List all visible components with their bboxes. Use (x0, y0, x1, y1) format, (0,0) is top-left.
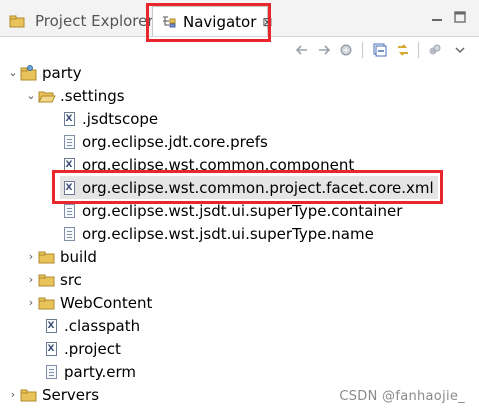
text-file-icon (60, 133, 78, 151)
forward-icon[interactable] (314, 40, 334, 60)
xml-file-icon: X (60, 156, 78, 174)
tree-node-label: org.eclipse.jdt.core.prefs (82, 132, 268, 151)
back-icon[interactable] (292, 40, 312, 60)
tree-node-party[interactable]: ⌄ party (6, 61, 82, 84)
folder-icon (38, 271, 56, 289)
tree-node-project[interactable]: X .project (42, 337, 121, 360)
tree-node-jdt-prefs[interactable]: org.eclipse.jdt.core.prefs (60, 130, 268, 153)
open-folder-icon (38, 87, 56, 105)
xml-file-icon: X (42, 340, 60, 358)
tab-navigator[interactable]: Navigator ⊠ (152, 6, 272, 36)
tree-node-label: party.erm (64, 362, 137, 381)
close-icon[interactable]: ⊠ (262, 15, 272, 29)
text-file-icon (60, 225, 78, 243)
chevron-down-icon[interactable] (450, 40, 470, 60)
view-tab-bar: Project Explorer Navigator ⊠ (0, 0, 479, 37)
xml-file-icon: X (60, 110, 78, 128)
collapsed-arrow-icon[interactable]: › (24, 268, 38, 291)
tree-node-label: org.eclipse.wst.common.component (82, 155, 355, 174)
tree-node-facet-xml[interactable]: X org.eclipse.wst.common.project.facet.c… (60, 176, 438, 199)
collapsed-arrow-icon[interactable]: › (24, 245, 38, 268)
tree-node-src[interactable]: › src (24, 268, 82, 291)
tree-node-jsdt-container[interactable]: org.eclipse.wst.jsdt.ui.superType.contai… (60, 199, 402, 222)
tree-node-label: src (60, 270, 82, 289)
navigator-icon (161, 13, 177, 31)
tree-node-label: WebContent (60, 293, 153, 312)
project-icon (20, 64, 38, 82)
folder-icon (38, 294, 56, 312)
tree-node-label: org.eclipse.wst.jsdt.ui.superType.contai… (82, 201, 403, 220)
tree-node-servers[interactable]: › Servers (6, 383, 99, 406)
xml-file-icon: X (42, 317, 60, 335)
expanded-arrow-icon[interactable]: ⌄ (6, 61, 20, 84)
minimize-icon[interactable] (428, 8, 446, 26)
tab-label: Navigator (183, 12, 257, 31)
watermark: CSDN @fanhaojie_ (339, 389, 465, 404)
folder-icon (20, 386, 38, 404)
tree-node-party-erm[interactable]: party.erm (42, 360, 136, 383)
collapsed-arrow-icon[interactable]: › (6, 383, 20, 406)
tree-node-label: .classpath (64, 316, 141, 335)
link-with-editor-icon[interactable] (393, 40, 413, 60)
tree-node-label: org.eclipse.wst.common.project.facet.cor… (82, 178, 434, 197)
view-toolbar (0, 37, 479, 63)
text-file-icon (42, 363, 60, 381)
expanded-arrow-icon[interactable]: ⌄ (24, 84, 38, 107)
view-menu-icon[interactable] (425, 40, 445, 60)
tree-node-jsdt-name[interactable]: org.eclipse.wst.jsdt.ui.superType.name (60, 222, 374, 245)
toolbar-separator (418, 42, 419, 58)
collapsed-arrow-icon[interactable]: › (24, 291, 38, 314)
tree-node-label: .jsdtscope (82, 109, 159, 128)
tree-node-settings[interactable]: ⌄ .settings (24, 84, 125, 107)
tree-node-webcontent[interactable]: › WebContent (24, 291, 153, 314)
tree-node-build[interactable]: › build (24, 245, 97, 268)
folder-icon (38, 248, 56, 266)
tree-node-wst-component[interactable]: X org.eclipse.wst.common.component (60, 153, 354, 176)
project-explorer-icon (8, 12, 26, 30)
tree-node-classpath[interactable]: X .classpath (42, 314, 140, 337)
tree-node-label: party (42, 63, 82, 82)
tree-node-label: build (60, 247, 97, 266)
xml-file-icon: X (60, 179, 78, 197)
text-file-icon (60, 202, 78, 220)
tree-node-label: .project (64, 339, 121, 358)
tree-node-label: .settings (60, 86, 125, 105)
tab-project-explorer[interactable]: Project Explorer (0, 6, 154, 36)
maximize-icon[interactable] (451, 8, 469, 26)
tab-label: Project Explorer (35, 12, 154, 30)
go-into-icon[interactable] (336, 40, 356, 60)
tree-node-jsdtscope[interactable]: X .jsdtscope (60, 107, 158, 130)
collapse-all-icon[interactable] (370, 40, 390, 60)
tree-node-label: org.eclipse.wst.jsdt.ui.superType.name (82, 224, 374, 243)
toolbar-separator (362, 42, 363, 58)
tree-node-label: Servers (42, 385, 100, 404)
